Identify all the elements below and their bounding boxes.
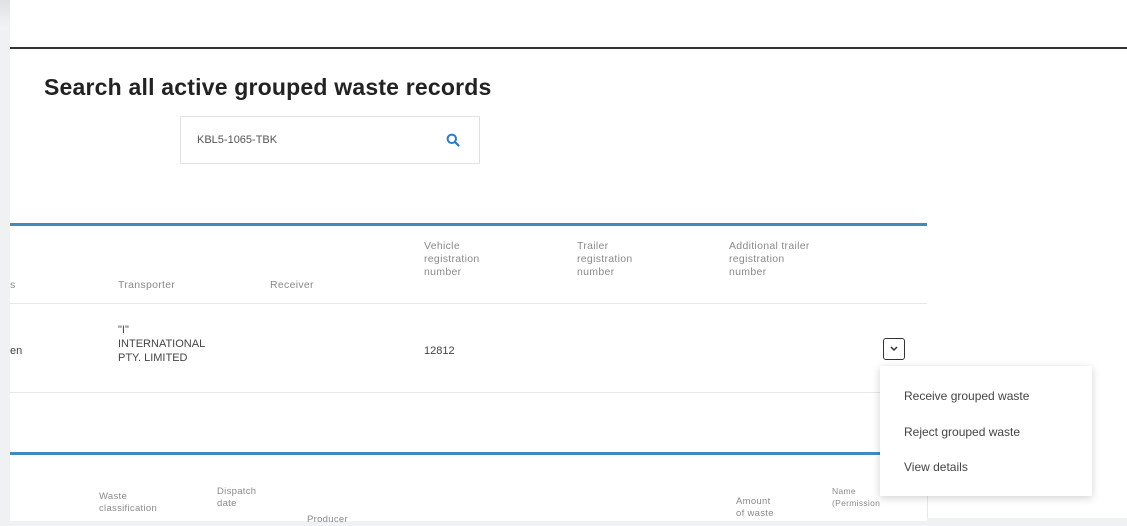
header-line: registration <box>729 253 785 265</box>
column-header-amount-of-waste: Amount of waste <box>736 496 774 520</box>
header-line: Waste <box>99 491 128 502</box>
header-divider <box>10 47 1127 49</box>
column-header-status: s <box>10 279 16 291</box>
row-divider <box>10 392 927 393</box>
header-row-divider <box>10 303 927 304</box>
grouped-waste-details-table: Waste classification Dispatch date Produ… <box>10 452 927 525</box>
column-header-dispatch-date: Dispatch date <box>217 486 256 510</box>
row-actions-menu: Receive grouped waste Reject grouped was… <box>880 366 1092 496</box>
search-box <box>180 116 480 164</box>
column-header-vehicle-registration: Vehicle registration number <box>424 240 480 279</box>
transporter-line: INTERNATIONAL <box>118 338 206 350</box>
search-icon <box>446 133 460 147</box>
column-header-receiver: Receiver <box>270 279 314 291</box>
transporter-line: PTY. LIMITED <box>118 352 188 364</box>
grouped-waste-records-table: s Transporter Receiver Vehicle registrat… <box>10 223 927 393</box>
chevron-down-icon <box>890 346 898 352</box>
column-header-waste-classification: Waste classification <box>99 491 157 515</box>
column-header-additional-trailer-registration: Additional trailer registration number <box>729 240 810 279</box>
header-line: Trailer <box>577 240 609 252</box>
column-header-name-permission: Name (Permission <box>832 485 880 509</box>
header-line: classification <box>99 503 158 514</box>
header-line: registration <box>577 253 633 265</box>
column-header-trailer-registration: Trailer registration number <box>577 240 633 279</box>
menu-item-receive-grouped-waste[interactable]: Receive grouped waste <box>904 389 1029 403</box>
search-input[interactable] <box>197 131 417 149</box>
column-header-producer: Producer <box>307 514 348 525</box>
header-line: number <box>424 266 462 278</box>
transporter-cell: "I" INTERNATIONAL PTY. LIMITED <box>118 323 205 365</box>
vehicle-registration-cell: 12812 <box>424 345 455 357</box>
header-line: Amount <box>736 496 771 507</box>
row-actions-button[interactable] <box>883 338 905 360</box>
header-line: Additional trailer <box>729 240 810 252</box>
header-line: registration <box>424 253 480 265</box>
status-cell: en <box>10 345 23 357</box>
search-button[interactable] <box>443 131 463 151</box>
header-line: Dispatch <box>217 486 257 497</box>
menu-item-view-details[interactable]: View details <box>904 460 968 474</box>
page-title: Search all active grouped waste records <box>44 74 492 100</box>
header-line: of waste <box>736 508 774 519</box>
menu-item-reject-grouped-waste[interactable]: Reject grouped waste <box>904 425 1020 439</box>
header-line: Name <box>832 486 856 496</box>
header-line: number <box>729 266 767 278</box>
header-line: number <box>577 266 615 278</box>
header-line: (Permission <box>832 498 881 508</box>
transporter-line: "I" <box>118 324 129 336</box>
header-line: Vehicle <box>424 240 460 252</box>
column-header-transporter: Transporter <box>118 279 176 291</box>
header-line: date <box>217 498 237 509</box>
